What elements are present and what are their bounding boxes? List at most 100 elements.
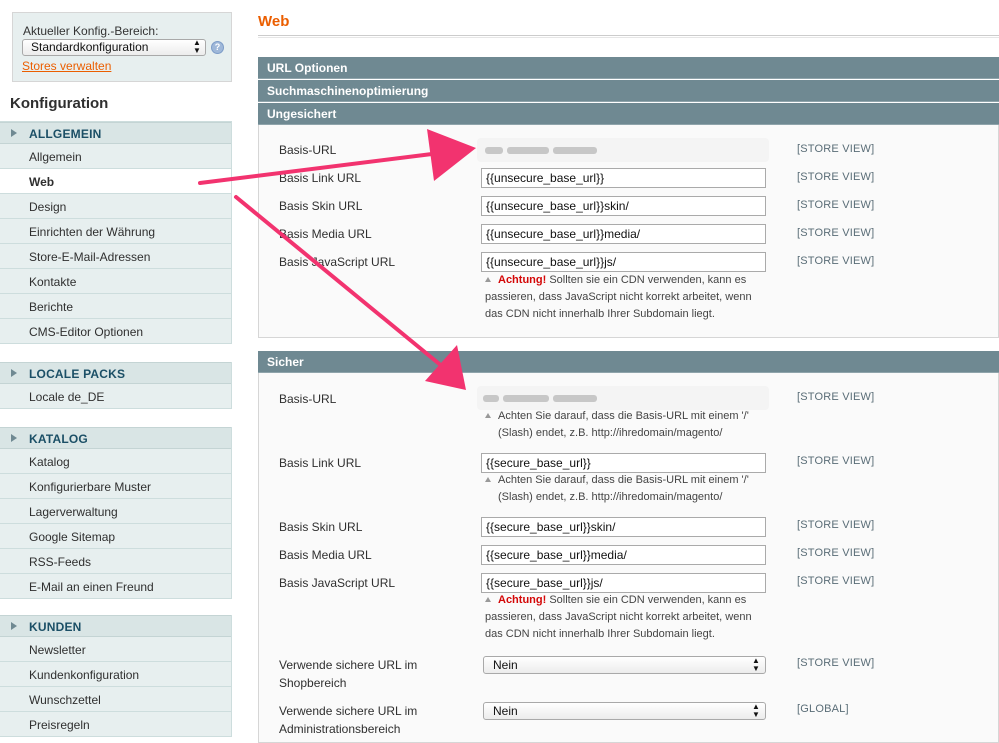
sidebar-item-google-sitemap[interactable]: Google Sitemap [0,524,231,549]
unsecure-base-url-label: Basis-URL [279,143,337,157]
label-line: Verwende sichere URL im [279,704,418,718]
secure-base-url-input[interactable] [477,386,769,410]
nav-group-header[interactable]: LOCALE PACKS [0,362,231,384]
sidebar-item-waehrung[interactable]: Einrichten der Währung [0,219,231,244]
secure-admin-select[interactable]: Nein ▲ ▼ [483,702,766,720]
blurred-text [503,395,549,402]
sidebar-item-wunschzettel[interactable]: Wunschzettel [0,687,231,712]
scope-switcher: Aktueller Konfig.-Bereich: Standardkonfi… [12,12,232,82]
sidebar-item-katalog[interactable]: Katalog [0,449,231,474]
sidebar-item-design[interactable]: Design [0,194,231,219]
sidebar-item-label: Design [29,200,67,214]
nav-group-header[interactable]: KATALOG [0,427,231,449]
blurred-text [507,147,549,154]
section-sicher[interactable]: Sicher [258,351,999,373]
nav-group-katalog: KATALOG Katalog Konfigurierbare Muster L… [0,427,232,599]
warning-label: Achtung! [498,594,547,606]
unsecure-skin-url-input[interactable]: {{unsecure_base_url}}skin/ [481,196,766,216]
sidebar-item-label: Wunschzettel [29,693,101,707]
nav-group-header-label: KUNDEN [29,620,82,634]
sidebar-item-konfig-muster[interactable]: Konfigurierbare Muster [0,474,231,499]
sidebar-item-label: Newsletter [29,643,86,657]
sidebar-item-label: Allgemein [29,150,82,164]
sidebar-title-text: Konfiguration [10,95,109,112]
sidebar-item-locale-de[interactable]: Locale de_DE [0,384,231,409]
sidebar: Aktueller Konfig.-Bereich: Standardkonfi… [0,0,232,743]
nav-group-header-label: ALLGEMEIN [29,127,102,141]
secure-base-url-note: Achten Sie darauf, dass die Basis-URL mi… [485,408,775,442]
secure-link-url-note: Achten Sie darauf, dass die Basis-URL mi… [485,472,775,506]
note-arrow-icon [485,597,491,602]
select-value: Nein [493,704,518,718]
scope-store-view: [STORE VIEW] [797,547,875,559]
unsecure-base-url-input[interactable] [477,138,769,162]
unsecure-media-url-input[interactable]: {{unsecure_base_url}}media/ [481,224,766,244]
warning-text: passieren, dass JavaScript nicht korrekt… [485,611,752,623]
sidebar-item-kundenkonfig[interactable]: Kundenkonfiguration [0,662,231,687]
title-divider [258,35,999,36]
unsecure-link-url-input[interactable]: {{unsecure_base_url}} [481,168,766,188]
scope-store-view: [STORE VIEW] [797,199,875,211]
sidebar-item-label: Einrichten der Währung [29,225,156,239]
secure-base-url-label: Basis-URL [279,392,337,406]
sidebar-item-web[interactable]: Web [0,169,231,194]
secure-frontend-select[interactable]: Nein ▲ ▼ [483,656,766,674]
select-arrows-icon: ▲ ▼ [752,702,760,719]
scope-select-value: Standardkonfiguration [31,40,149,54]
blurred-text [483,395,499,402]
sidebar-title: Konfiguration [0,84,232,122]
blurred-text [553,395,597,402]
unsecure-js-url-label: Basis JavaScript URL [279,255,396,269]
sidebar-item-label: Preisregeln [29,718,90,732]
secure-link-url-input[interactable]: {{secure_base_url}} [481,453,766,473]
note-text: Achten Sie darauf, dass die Basis-URL mi… [498,410,749,422]
sidebar-item-rss-feeds[interactable]: RSS-Feeds [0,549,231,574]
help-icon[interactable]: ? [211,41,224,54]
secure-admin-label: Verwende sichere URL im Administrationsb… [279,702,417,738]
warning-text: das CDN nicht innerhalb Ihrer Subdomain … [485,308,715,320]
secure-skin-url-input[interactable]: {{secure_base_url}}skin/ [481,517,766,537]
unsecure-js-url-input[interactable]: {{unsecure_base_url}}js/ [481,252,766,272]
warning-text: Sollten sie ein CDN verwenden, kann es [546,274,747,286]
blurred-text [485,147,503,154]
scope-store-view: [STORE VIEW] [797,575,875,587]
expand-triangle-icon [11,622,17,630]
sidebar-item-berichte[interactable]: Berichte [0,294,231,319]
note-text: (Slash) endet, z.B. http://ihredomain/ma… [498,491,723,503]
note-arrow-icon [485,477,491,482]
sidebar-item-lagerverwaltung[interactable]: Lagerverwaltung [0,499,231,524]
scope-store-view: [STORE VIEW] [797,227,875,239]
stores-manage-link[interactable]: Stores verwalten [22,59,111,73]
unsecure-skin-url-label: Basis Skin URL [279,199,363,213]
sidebar-item-cms-editor[interactable]: CMS-Editor Optionen [0,319,231,344]
sidebar-item-store-email[interactable]: Store-E-Mail-Adressen [0,244,231,269]
section-url-optionen[interactable]: URL Optionen [258,57,999,79]
sidebar-item-kontakte[interactable]: Kontakte [0,269,231,294]
nav-group-header[interactable]: KUNDEN [0,615,231,637]
warning-label: Achtung! [498,274,547,286]
nav-group-header-label: KATALOG [29,432,88,446]
sidebar-item-label: Berichte [29,300,74,314]
scope-label: Aktueller Konfig.-Bereich: [23,24,159,38]
unsecure-link-url-label: Basis Link URL [279,171,362,185]
nav-group-header[interactable]: ALLGEMEIN [0,122,231,144]
sidebar-item-preisregeln[interactable]: Preisregeln [0,712,231,737]
secure-js-url-label: Basis JavaScript URL [279,576,396,590]
secure-js-url-input[interactable]: {{secure_base_url}}js/ [481,573,766,593]
note-arrow-icon [485,277,491,282]
warning-text: Sollten sie ein CDN verwenden, kann es [546,594,747,606]
scope-store-view: [STORE VIEW] [797,657,875,669]
scope-store-view: [STORE VIEW] [797,455,875,467]
warning-text: passieren, dass JavaScript nicht korrekt… [485,291,752,303]
sidebar-item-email-freund[interactable]: E-Mail an einen Freund [0,574,231,599]
section-suchmaschinenoptimierung[interactable]: Suchmaschinenoptimierung [258,80,999,102]
sidebar-item-label: E-Mail an einen Freund [29,580,154,594]
secure-link-url-label: Basis Link URL [279,456,362,470]
secure-media-url-input[interactable]: {{secure_base_url}}media/ [481,545,766,565]
note-arrow-icon [485,413,491,418]
sidebar-item-newsletter[interactable]: Newsletter [0,637,231,662]
scope-select[interactable]: Standardkonfiguration ▲ ▼ [22,39,206,56]
section-ungesichert[interactable]: Ungesichert [258,103,999,125]
sidebar-item-allgemein[interactable]: Allgemein [0,144,231,169]
secure-media-url-label: Basis Media URL [279,548,372,562]
